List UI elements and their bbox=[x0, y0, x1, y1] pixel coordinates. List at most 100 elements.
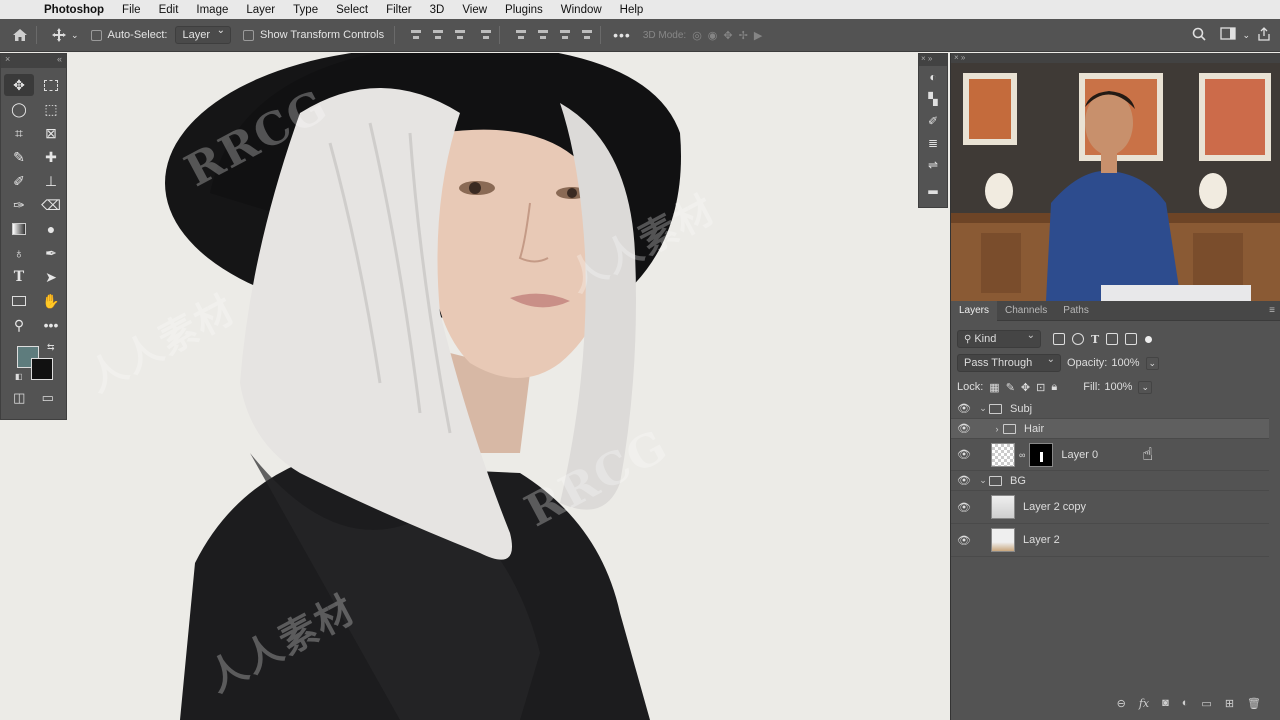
layer-row[interactable]: 👁︎ ∞ Layer 0 ☝︎ bbox=[951, 439, 1269, 471]
search-icon[interactable] bbox=[1192, 27, 1207, 44]
zoom-tool-icon[interactable]: ⚲ bbox=[4, 314, 34, 336]
distribute-vertical-icon[interactable] bbox=[580, 29, 594, 41]
menu-select[interactable]: Select bbox=[336, 4, 368, 16]
brush-tool-icon[interactable]: ✐ bbox=[4, 170, 34, 192]
path-select-tool-icon[interactable]: ➤ bbox=[36, 266, 66, 288]
marquee-tool-icon[interactable] bbox=[36, 74, 66, 96]
align-middle-icon[interactable] bbox=[536, 29, 550, 41]
share-icon[interactable] bbox=[1258, 26, 1270, 44]
chevron-right-icon[interactable]: › bbox=[991, 424, 1003, 434]
blur-tool-icon[interactable]: ● bbox=[36, 218, 66, 240]
dodge-tool-icon[interactable]: ♁ bbox=[4, 242, 34, 264]
eye-icon[interactable]: 👁︎ bbox=[951, 422, 977, 435]
layer-thumbnail[interactable] bbox=[991, 442, 1015, 467]
fx-icon[interactable]: fx bbox=[1139, 697, 1149, 710]
lock-artboard-icon[interactable]: ⊡ bbox=[1036, 381, 1045, 394]
crop-tool-icon[interactable]: ⌗ bbox=[4, 122, 34, 144]
align-bottom-icon[interactable] bbox=[558, 29, 572, 41]
lock-pixels-icon[interactable]: ✎ bbox=[1006, 381, 1015, 394]
swap-colors-icon[interactable]: ⇆ bbox=[47, 342, 55, 353]
menu-plugins[interactable]: Plugins bbox=[505, 4, 543, 16]
chevron-down-icon[interactable]: ⌄ bbox=[1138, 380, 1153, 394]
quick-mask-icon[interactable]: ◫ bbox=[13, 390, 25, 406]
default-colors-icon[interactable]: ◧ bbox=[15, 372, 23, 381]
align-top-icon[interactable] bbox=[514, 29, 528, 41]
eye-icon[interactable]: 👁︎ bbox=[951, 474, 977, 487]
lock-all-icon[interactable]: 🔒︎ bbox=[1051, 381, 1057, 394]
move-tool-icon[interactable] bbox=[49, 25, 69, 45]
filter-toggle-icon[interactable] bbox=[1145, 335, 1153, 343]
pen-tool-icon[interactable]: ✒ bbox=[36, 242, 66, 264]
eye-icon[interactable]: 👁︎ bbox=[951, 402, 977, 415]
layer-row[interactable]: 👁︎ › Hair bbox=[951, 419, 1269, 439]
menu-edit[interactable]: Edit bbox=[159, 4, 179, 16]
right-column-header[interactable]: × » bbox=[951, 53, 1280, 63]
strip-header[interactable]: × » bbox=[919, 54, 947, 66]
more-options-icon[interactable]: ••• bbox=[613, 27, 631, 43]
menu-file[interactable]: File bbox=[122, 4, 141, 16]
align-right-icon[interactable] bbox=[453, 29, 467, 41]
menu-type[interactable]: Type bbox=[293, 4, 318, 16]
auto-select-checkbox[interactable] bbox=[90, 29, 102, 41]
tools-panel-header[interactable]: × « bbox=[1, 54, 66, 68]
panel-menu-icon[interactable]: ≡ bbox=[1269, 305, 1275, 316]
filter-shape-icon[interactable] bbox=[1106, 333, 1119, 345]
chevron-down-icon[interactable]: ⌄ bbox=[1145, 356, 1160, 370]
gradient-tool-icon[interactable] bbox=[4, 218, 34, 240]
align-center-icon[interactable] bbox=[431, 29, 445, 41]
auto-select-dropdown[interactable]: Layer bbox=[175, 25, 231, 44]
move-tool-icon[interactable]: ✥ bbox=[4, 74, 34, 96]
layer-row[interactable]: 👁︎ Layer 2 bbox=[951, 524, 1269, 557]
filter-type-icon[interactable]: T bbox=[1091, 333, 1099, 346]
new-group-icon[interactable]: ▭ bbox=[1201, 697, 1211, 710]
libraries-icon[interactable]: ⇌ bbox=[919, 154, 947, 176]
new-layer-icon[interactable]: ⊞ bbox=[1225, 697, 1234, 710]
more-tools-icon[interactable]: ••• bbox=[36, 314, 66, 336]
document-canvas[interactable]: RRCG RRCG 人人素材 人人素材 人人素材 bbox=[0, 53, 950, 720]
trash-icon[interactable]: 🗑︎ bbox=[1247, 697, 1261, 710]
distribute-icon[interactable] bbox=[479, 29, 493, 41]
adjustment-layer-icon[interactable]: ◐ bbox=[1182, 697, 1189, 710]
color-icon[interactable]: ▚ bbox=[919, 88, 947, 110]
filter-kind-dropdown[interactable]: ⚲ Kind bbox=[957, 330, 1041, 348]
menu-filter[interactable]: Filter bbox=[386, 4, 412, 16]
eye-icon[interactable]: 👁︎ bbox=[951, 534, 977, 547]
filter-pixel-icon[interactable] bbox=[1053, 333, 1065, 345]
menu-3d[interactable]: 3D bbox=[430, 4, 445, 16]
properties-icon[interactable]: ≣ bbox=[919, 132, 947, 154]
menu-window[interactable]: Window bbox=[561, 4, 602, 16]
chevron-down-icon[interactable]: ⌄ bbox=[977, 403, 989, 414]
layer-thumbnail[interactable] bbox=[991, 495, 1015, 519]
layer-row[interactable]: 👁︎ ⌄ BG bbox=[951, 471, 1269, 491]
transform-controls-checkbox[interactable] bbox=[243, 29, 254, 41]
lock-position-icon[interactable]: ✥ bbox=[1021, 381, 1030, 394]
workspace-icon[interactable] bbox=[1220, 27, 1237, 43]
home-icon[interactable] bbox=[10, 25, 30, 45]
frame-tool-icon[interactable]: ⊠ bbox=[36, 122, 66, 144]
menu-view[interactable]: View bbox=[462, 4, 487, 16]
layer-mask-thumbnail[interactable] bbox=[1029, 442, 1054, 467]
chevron-down-icon[interactable]: ⌄ bbox=[977, 475, 989, 486]
menu-layer[interactable]: Layer bbox=[246, 4, 275, 16]
lock-transparent-icon[interactable]: ▦ bbox=[989, 381, 999, 394]
menu-help[interactable]: Help bbox=[620, 4, 644, 16]
layer-thumbnail[interactable] bbox=[991, 528, 1015, 552]
type-tool-icon[interactable]: T bbox=[4, 266, 34, 288]
close-icon[interactable]: × bbox=[5, 54, 10, 68]
layer-row[interactable]: 👁︎ Layer 2 copy bbox=[951, 491, 1269, 524]
chevron-down-icon[interactable]: ⌄ bbox=[71, 30, 79, 41]
tab-channels[interactable]: Channels bbox=[997, 301, 1055, 321]
screen-mode-icon[interactable]: ▭ bbox=[42, 390, 54, 406]
blend-mode-dropdown[interactable]: Pass Through bbox=[957, 354, 1061, 372]
background-color-swatch[interactable] bbox=[31, 358, 53, 380]
tab-paths[interactable]: Paths bbox=[1055, 301, 1097, 321]
lasso-tool-icon[interactable]: ◯ bbox=[4, 98, 34, 120]
eye-icon[interactable]: 👁︎ bbox=[951, 501, 977, 514]
adjustments-icon[interactable]: ◐ bbox=[919, 66, 947, 88]
stamp-tool-icon[interactable]: ⊥ bbox=[36, 170, 66, 192]
filter-smart-object-icon[interactable] bbox=[1125, 333, 1138, 345]
history-brush-tool-icon[interactable]: ✑ bbox=[4, 194, 34, 216]
eye-icon[interactable]: 👁︎ bbox=[951, 448, 977, 461]
layer-row[interactable]: 👁︎ ⌄ Subj bbox=[951, 399, 1269, 419]
opacity-value[interactable]: 100% bbox=[1111, 357, 1139, 369]
